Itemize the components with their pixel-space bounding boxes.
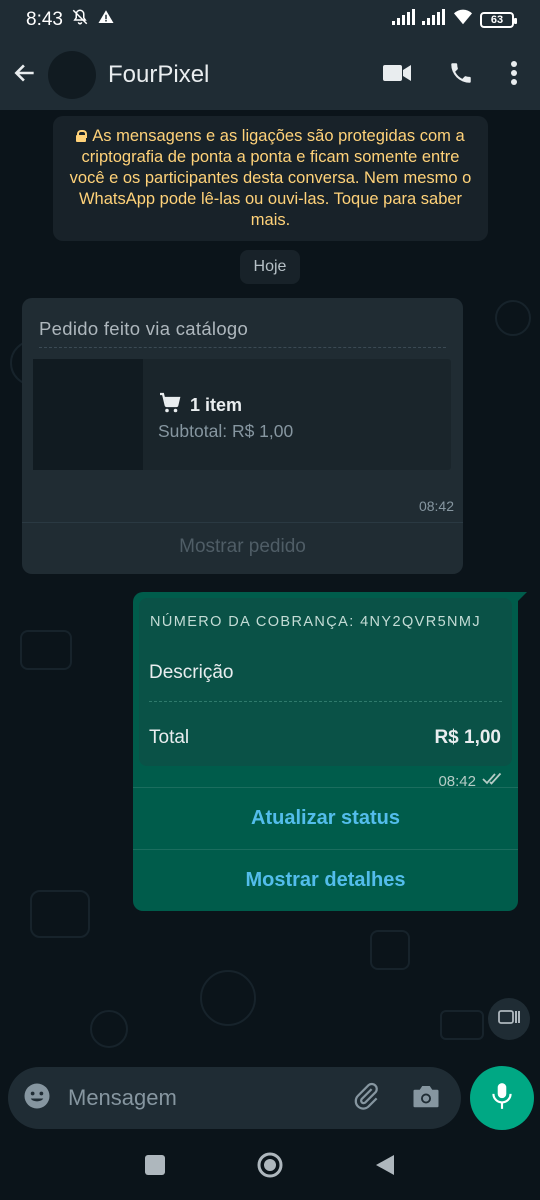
order-title: Pedido feito via catálogo (39, 318, 249, 339)
payment-description: Descrição (149, 662, 234, 683)
date-chip: Hoje (240, 250, 300, 284)
battery-level: 63 (490, 14, 504, 26)
video-call-icon (382, 62, 412, 89)
more-options-button[interactable] (510, 60, 518, 91)
avatar[interactable] (48, 51, 96, 99)
status-bar: 8:43 63 (0, 0, 540, 40)
order-items: 1 item (158, 391, 242, 420)
system-nav-bar (0, 1135, 540, 1200)
nav-home-button[interactable] (256, 1151, 284, 1184)
order-subtotal: Subtotal: R$ 1,00 (158, 421, 294, 441)
video-call-button[interactable] (382, 62, 412, 89)
mic-icon (489, 1081, 515, 1116)
order-message[interactable]: Pedido feito via catálogo 1 item Subtota… (22, 298, 463, 574)
emoji-button[interactable] (22, 1081, 52, 1116)
update-status-button[interactable]: Atualizar status (133, 787, 518, 849)
back-arrow-icon (12, 60, 38, 91)
payment-card: NÚMERO DA COBRANÇA: 4NY2QVR5NMJ Descriçã… (139, 598, 512, 766)
order-items-count: 1 item (190, 395, 243, 415)
lock-icon (76, 130, 88, 142)
order-thumbnail (33, 359, 143, 470)
show-details-button[interactable]: Mostrar detalhes (133, 849, 518, 911)
signal-icon (422, 9, 446, 31)
camera-icon (411, 1085, 441, 1114)
message-composer: Mensagem (8, 1067, 461, 1129)
order-card[interactable]: 1 item Subtotal: R$ 1,00 (33, 359, 451, 470)
payment-total-value: R$ 1,00 (434, 727, 501, 748)
wallpaper-doodle (30, 890, 90, 938)
show-order-button[interactable]: Mostrar pedido (22, 536, 463, 558)
camera-button[interactable] (411, 1082, 441, 1115)
battery-icon: 63 (480, 12, 517, 28)
divider (149, 701, 502, 702)
contact-name[interactable]: FourPixel (108, 61, 209, 89)
phone-icon (448, 60, 474, 91)
nav-recents-button[interactable] (144, 1154, 166, 1181)
encryption-notice[interactable]: As mensagens e as ligações são protegida… (53, 116, 488, 241)
wallpaper-doodle (20, 630, 72, 670)
signal-icon (392, 9, 416, 31)
voice-message-button[interactable] (470, 1066, 534, 1130)
alert-icon (97, 8, 115, 32)
cart-icon (158, 391, 182, 420)
emoji-icon (22, 1083, 52, 1115)
nav-back-icon (374, 1155, 396, 1181)
scroll-icon (498, 1009, 520, 1030)
chat-area[interactable]: As mensagens e as ligações são protegida… (0, 110, 540, 1135)
voice-call-button[interactable] (448, 60, 474, 91)
chat-header: FourPixel (0, 40, 540, 110)
divider (22, 522, 463, 523)
status-time: 8:43 (26, 9, 63, 30)
wallpaper-doodle (90, 1010, 128, 1048)
nav-back-button[interactable] (374, 1153, 396, 1182)
wifi-icon (452, 8, 474, 32)
muted-bell-icon (71, 8, 89, 32)
wallpaper-doodle (495, 300, 531, 336)
divider (39, 347, 446, 348)
payment-message[interactable]: NÚMERO DA COBRANÇA: 4NY2QVR5NMJ Descriçã… (133, 592, 527, 911)
nav-home-icon (256, 1152, 284, 1183)
wallpaper-doodle (440, 1010, 484, 1040)
wallpaper-doodle (200, 970, 256, 1026)
attach-button[interactable] (351, 1081, 381, 1116)
attach-icon (351, 1082, 381, 1115)
encryption-notice-text: As mensagens e as ligações são protegida… (69, 127, 472, 229)
back-button[interactable] (10, 55, 40, 95)
payment-number: NÚMERO DA COBRANÇA: 4NY2QVR5NMJ (150, 614, 482, 630)
message-input[interactable]: Mensagem (68, 1085, 351, 1111)
wallpaper-doodle (370, 930, 410, 970)
scroll-button[interactable] (488, 998, 530, 1040)
more-options-icon (510, 60, 518, 91)
message-time: 08:42 (418, 498, 454, 514)
payment-total-label: Total (149, 727, 190, 748)
nav-recents-icon (144, 1155, 166, 1180)
